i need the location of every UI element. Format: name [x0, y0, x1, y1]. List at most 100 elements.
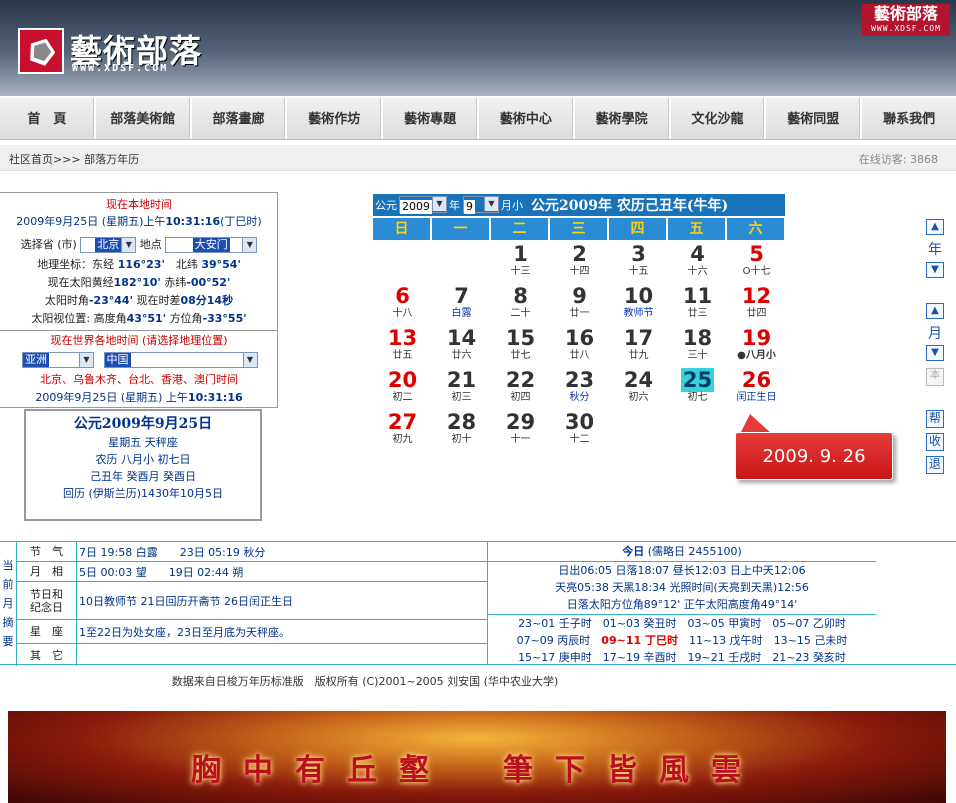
lunar-label: 廿三	[687, 308, 708, 319]
calendar-day[interactable]: 28 初十	[432, 410, 491, 452]
lunar-label: ●八月小	[737, 350, 776, 361]
calendar-day[interactable]: 27 初九	[373, 410, 432, 452]
lunar-label: 教师节	[623, 308, 654, 319]
calendar-day[interactable]: 29 十一	[491, 410, 550, 452]
calendar-day[interactable]: 18 三十	[668, 326, 727, 368]
hours-row-1: 23~01 壬子时 01~03 癸丑时 03~05 甲寅时 05~07 乙卯时	[518, 617, 846, 630]
online-visitors: 在线访客: 3868	[858, 153, 938, 166]
summary-row-moon-phase: 月 相 5日 00:03 望 19日 02:44 朔	[17, 562, 487, 582]
sun-position: 太阳视位置: 高度角43°51' 方位角-33°55'	[31, 312, 247, 325]
nav-topics[interactable]: 藝術專題	[383, 98, 479, 139]
lunar-label: 廿七	[510, 350, 531, 361]
day-number: 10	[623, 284, 654, 308]
calendar-day[interactable]: 14 廿六	[432, 326, 491, 368]
help-button[interactable]: 帮	[926, 410, 944, 428]
local-datetime: 2009年9月25日 (星期五)上午10:31:16(丁巳时)	[0, 214, 278, 230]
prev-year-button[interactable]: ▲	[926, 219, 944, 235]
calendar-day[interactable]: 23 秋分	[550, 368, 609, 410]
month-select[interactable]: 9 ▼	[463, 196, 499, 214]
nav-academy[interactable]: 藝術學院	[575, 98, 671, 139]
calendar-day[interactable]: 26 闰正生日	[727, 368, 786, 410]
day-number: 6	[395, 284, 410, 308]
province-label: 选择省 (市)	[20, 238, 77, 251]
weekday-wed: 三	[550, 218, 607, 240]
day-number: 25	[680, 368, 715, 392]
nav-home[interactable]: 首 頁	[0, 98, 96, 139]
calendar-day[interactable]: 19 ●八月小	[727, 326, 786, 368]
era-label: 公元	[375, 199, 397, 212]
nav-contact[interactable]: 聯系我們	[862, 98, 956, 139]
calendar-day[interactable]: 24 初六	[609, 368, 668, 410]
chevron-down-icon: ▼	[79, 353, 93, 367]
calendar-day[interactable]: 10 教师节	[609, 284, 668, 326]
date-week: 星期五 天秤座	[108, 436, 178, 449]
calendar-day[interactable]: 25 初七	[668, 368, 727, 410]
exit-button[interactable]: 退	[926, 456, 944, 474]
nav-gallery[interactable]: 部落畫廊	[192, 98, 288, 139]
nav-museum[interactable]: 部落美術館	[96, 98, 192, 139]
local-time-panel: 现在本地时间 2009年9月25日 (星期五)上午10:31:16(丁巳时) 选…	[0, 192, 278, 408]
nav-salon[interactable]: 文化沙龍	[671, 98, 767, 139]
calendar-day[interactable]: 2 十四	[550, 242, 609, 284]
calendar-day[interactable]: 21 初三	[432, 368, 491, 410]
lunar-label: 廿一	[569, 308, 590, 319]
nav-alliance[interactable]: 藝術同盟	[766, 98, 863, 139]
province-select[interactable]: 北京 ▼	[80, 237, 137, 253]
summary-title: 当前月摘要	[0, 542, 17, 666]
badge-url: WWW.XDSF.COM	[871, 24, 941, 33]
summary-row-zodiac: 星 座 1至22日为处女座，23日至月底为天秤座。	[17, 620, 487, 644]
arrow-down-icon: ▼	[931, 264, 939, 275]
lunar-label: 初六	[628, 392, 649, 403]
calendar-day[interactable]: 13 廿五	[373, 326, 432, 368]
calendar-day[interactable]: 22 初四	[491, 368, 550, 410]
lunar-label: 廿六	[451, 350, 472, 361]
corner-badge[interactable]: 藝術部落 WWW.XDSF.COM	[862, 4, 950, 36]
weekday-row: 日 一 二 三 四 五 六	[373, 218, 785, 240]
calendar-day[interactable]: 20 初二	[373, 368, 432, 410]
lunar-label: 初十	[451, 434, 472, 445]
day-number: 13	[387, 326, 418, 350]
year-select[interactable]: 2009 ▼	[399, 196, 447, 214]
hours-row-3: 15~17 庚申时 17~19 辛酉时 19~21 壬戌时 21~23 癸亥时	[518, 651, 846, 664]
today-sun-times: 日出06:05 日落18:07 昼长12:03 日上中天12:06	[558, 564, 806, 577]
current-month-button[interactable]: 本	[926, 368, 944, 386]
region-select[interactable]: 亚洲 ▼	[22, 352, 94, 368]
lunar-label: 初九	[392, 434, 413, 445]
logo-icon[interactable]	[18, 28, 64, 74]
calendar-day[interactable]: 3 十五	[609, 242, 668, 284]
calendar-day[interactable]: 4 十六	[668, 242, 727, 284]
calendar-day[interactable]: 30 十二	[550, 410, 609, 452]
calendar-day[interactable]: 15 廿七	[491, 326, 550, 368]
day-number: 16	[564, 326, 595, 350]
lunar-label: 初四	[510, 392, 531, 403]
calendar-day[interactable]: 1 十三	[491, 242, 550, 284]
country-select[interactable]: 中国 ▼	[103, 352, 258, 368]
calendar-day[interactable]: 16 廿八	[550, 326, 609, 368]
place-select[interactable]: 大安门 ▼	[165, 237, 258, 253]
nav-center[interactable]: 藝術中心	[479, 98, 575, 139]
calendar-day[interactable]: 5 O十七	[727, 242, 786, 284]
lunar-label: 闰正生日	[736, 392, 777, 403]
nav-workshop[interactable]: 藝術作坊	[287, 98, 384, 139]
prev-month-button[interactable]: ▲	[926, 303, 944, 319]
page: 藝術部落 WWW.XDSF.COM 藝術部落 WWW.XDSF.COM 首 頁 …	[0, 0, 956, 803]
calendar-day[interactable]: 11 廿三	[668, 284, 727, 326]
lunar-label: 十二	[569, 434, 590, 445]
collect-button[interactable]: 收	[926, 433, 944, 451]
calendar-day[interactable]: 6 十八	[373, 284, 432, 326]
calendar-day[interactable]: 8 二十	[491, 284, 550, 326]
arrow-up-icon: ▲	[931, 221, 939, 232]
day-number: 19	[741, 326, 772, 350]
calendar-day[interactable]: 7 白露	[432, 284, 491, 326]
calendar-day[interactable]: 12 廿四	[727, 284, 786, 326]
next-year-button[interactable]: ▼	[926, 262, 944, 278]
calendar-day[interactable]: 9 廿一	[550, 284, 609, 326]
lunar-label: 十四	[569, 266, 590, 277]
day-number: 8	[513, 284, 528, 308]
lunar-label: 初三	[451, 392, 472, 403]
next-month-button[interactable]: ▼	[926, 345, 944, 361]
calendar-day[interactable]: 17 廿九	[609, 326, 668, 368]
breadcrumb[interactable]: 社区首页>>> 部落万年历	[9, 151, 139, 167]
month-nav-label: 月	[928, 326, 942, 342]
month-label: 月小	[501, 199, 523, 212]
